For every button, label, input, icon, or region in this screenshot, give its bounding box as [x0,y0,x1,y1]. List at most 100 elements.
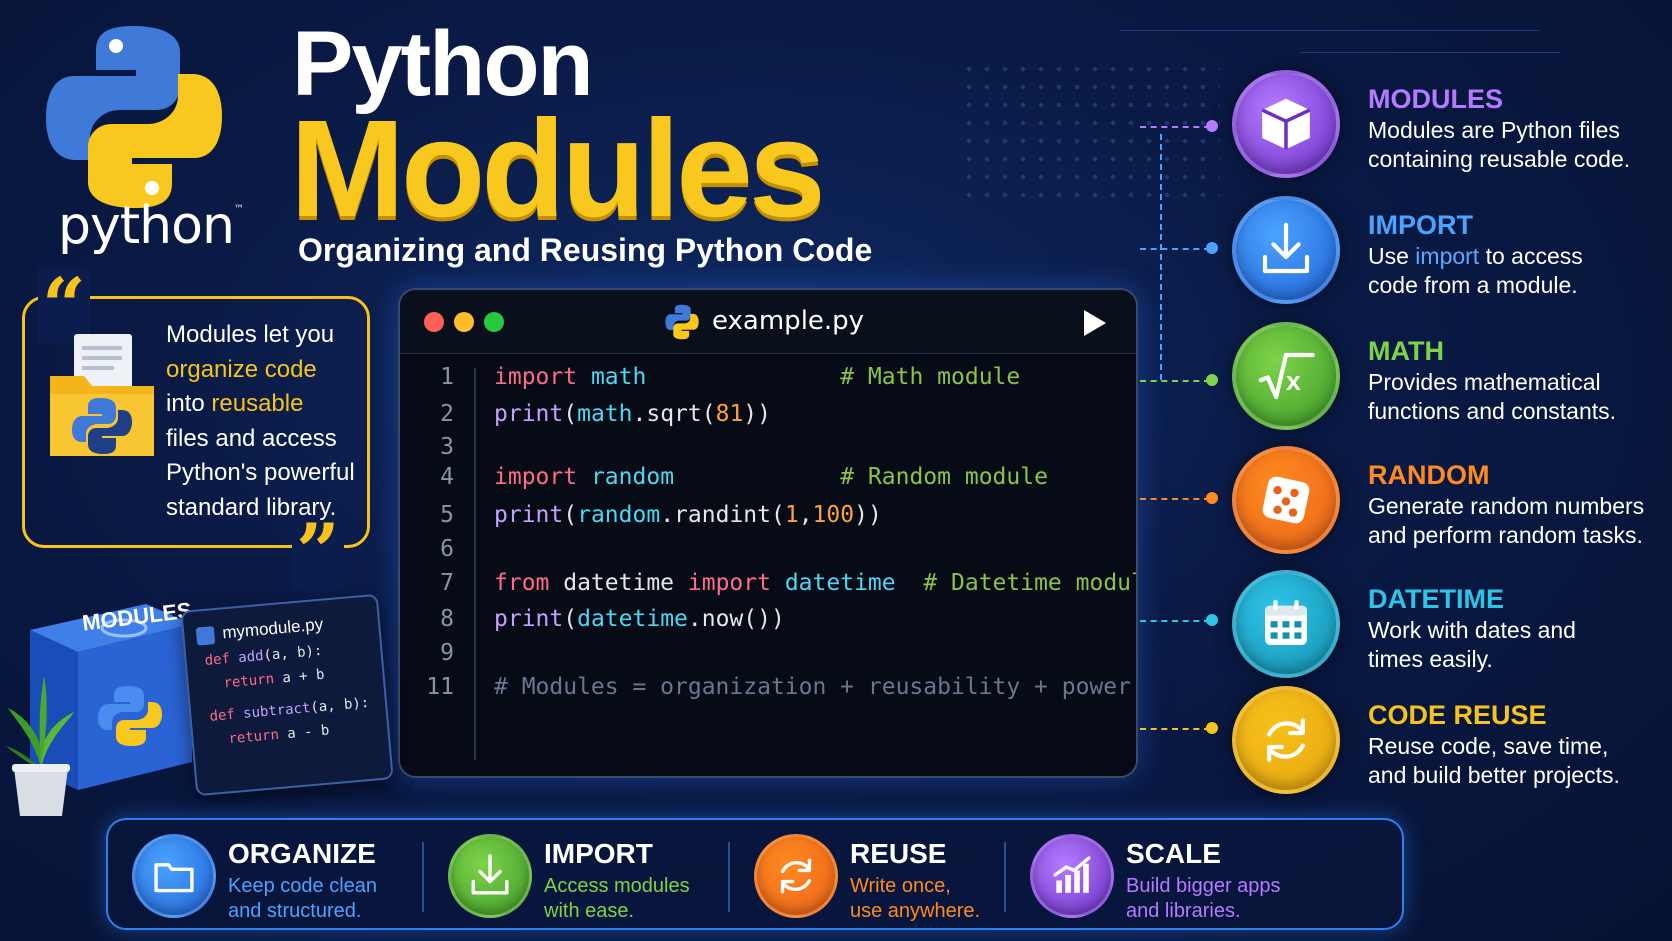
feature-description-line: Provides mathematical [1368,368,1616,397]
feature-description-line: Generate random numbers [1368,492,1644,521]
summary-description-line: with ease. [544,900,635,922]
code-token: ( [563,606,578,632]
feature-description-line: Reuse code, save time, [1368,732,1620,761]
summary-description: Build bigger apps and libraries. [1126,874,1281,924]
summary-description-line: Write once, [850,875,951,897]
connector-dot [1206,120,1218,132]
card-code-line: return a + b [206,667,325,693]
line-number: 5 [440,502,454,528]
code-token: print [494,401,564,427]
quote-line: Python's powerful [166,456,366,491]
connector-line [1140,728,1210,730]
code-line: import random # Random module [494,464,1048,490]
line-number: 4 [440,464,454,490]
code-token: .randint( [660,502,785,528]
quote-text: Modules let you organize code into reusabl… [166,318,366,525]
summary-title: ORGANIZE [228,838,376,869]
feature-text: times easily. [1368,646,1493,672]
code-line: import math # Math module [494,364,1020,390]
quote-text-part: Python's powerful [166,459,355,486]
code-token: from [494,570,550,596]
summary-description-line: Keep code clean [228,875,378,897]
code-token: , [798,502,813,528]
dice-icon [1232,446,1340,554]
line-number: 9 [440,640,454,666]
quote-line: Modules let you [166,318,366,353]
quote-text-part: files and access [166,424,337,452]
feature-text: Reuse code, save time, [1368,733,1609,759]
feature-description: Use import to access code from a module. [1368,242,1583,300]
maximize-window-dot[interactable] [484,312,504,332]
code-token: .now()) [687,606,785,632]
square-root-icon: x [1232,322,1340,430]
feature-description-line: functions and constants. [1368,397,1616,426]
divider [1004,842,1006,912]
divider [422,842,424,912]
quote-text-part: standard library. [166,493,337,521]
summary-title: IMPORT [544,838,653,869]
connector-line [1140,620,1210,622]
code-token: random [577,502,661,528]
code-token: .sqrt( [632,401,716,427]
calendar-icon [1232,570,1340,678]
feature-text: to access [1479,243,1583,269]
card-code: def add(a, b): return a + b def subtract(… [182,596,375,747]
code-token: math [590,364,647,390]
feature-description-line: times easily. [1368,645,1576,674]
python-file-icon [195,626,216,646]
code-line: from datetime import datetime # Datetime… [494,570,1136,596]
feature-title: MODULES [1368,84,1503,114]
summary-description: Write once, use anywhere. [850,874,980,924]
feature-description: Generate random numbers and perform rando… [1368,492,1644,550]
play-icon[interactable] [1084,310,1106,336]
feature-text: containing reusable code. [1368,146,1631,172]
feature-title: MATH [1368,336,1444,366]
feature-description-line: Work with dates and [1368,616,1576,645]
connector-dot [1206,492,1218,504]
line-number: 1 [440,364,454,390]
download-icon [1232,196,1340,304]
bar-chart-icon [1030,834,1114,918]
code-token: math [577,401,633,427]
code-token: 81 [715,401,744,427]
code-token: (a, b): [262,642,324,664]
code-token: add [237,647,265,667]
code-token: a - b [286,722,330,743]
cube-icon [1232,70,1340,178]
summary-description-line: Access modules [544,875,690,897]
connector-line [1140,498,1210,500]
feature-description-line: and perform random tasks. [1368,521,1644,550]
line-number: 7 [440,570,454,596]
svg-text:x: x [1286,366,1301,396]
mymodule-card: mymodule.py def add(a, b): return a + bd… [180,593,394,797]
close-window-dot[interactable] [424,312,444,332]
quote-text-part: into [166,390,212,417]
feature-text: and build better projects. [1368,762,1620,788]
feature-description-line: and build better projects. [1368,761,1620,790]
code-token: # Math module [840,364,1021,390]
quote-line: standard library. [166,491,366,526]
code-token: import [494,464,578,490]
line-number: 3 [440,434,454,460]
card-code-line: def add(a, b): [204,643,323,669]
code-token: print [494,606,564,632]
minimize-window-dot[interactable] [454,312,474,332]
connector-line [1160,134,1162,380]
code-line: print(random.randint(1,100)) [494,502,882,528]
code-token: datetime [549,570,688,596]
feature-description: Provides mathematical functions and const… [1368,368,1616,426]
code-token: (a, b): [309,694,370,716]
code-token: ( [563,401,578,427]
feature-description-line: containing reusable code. [1368,145,1630,174]
code-token: def [204,650,240,670]
summary-title: REUSE [850,838,947,869]
summary-description: Keep code clean and structured. [228,874,377,924]
refresh-icon [754,834,838,918]
connector-dot [1206,614,1218,626]
subtitle: Organizing and Reusing Python Code [298,232,873,268]
line-number: 8 [440,606,454,632]
feature-description: Reuse code, save time, and build better p… [1368,732,1620,790]
